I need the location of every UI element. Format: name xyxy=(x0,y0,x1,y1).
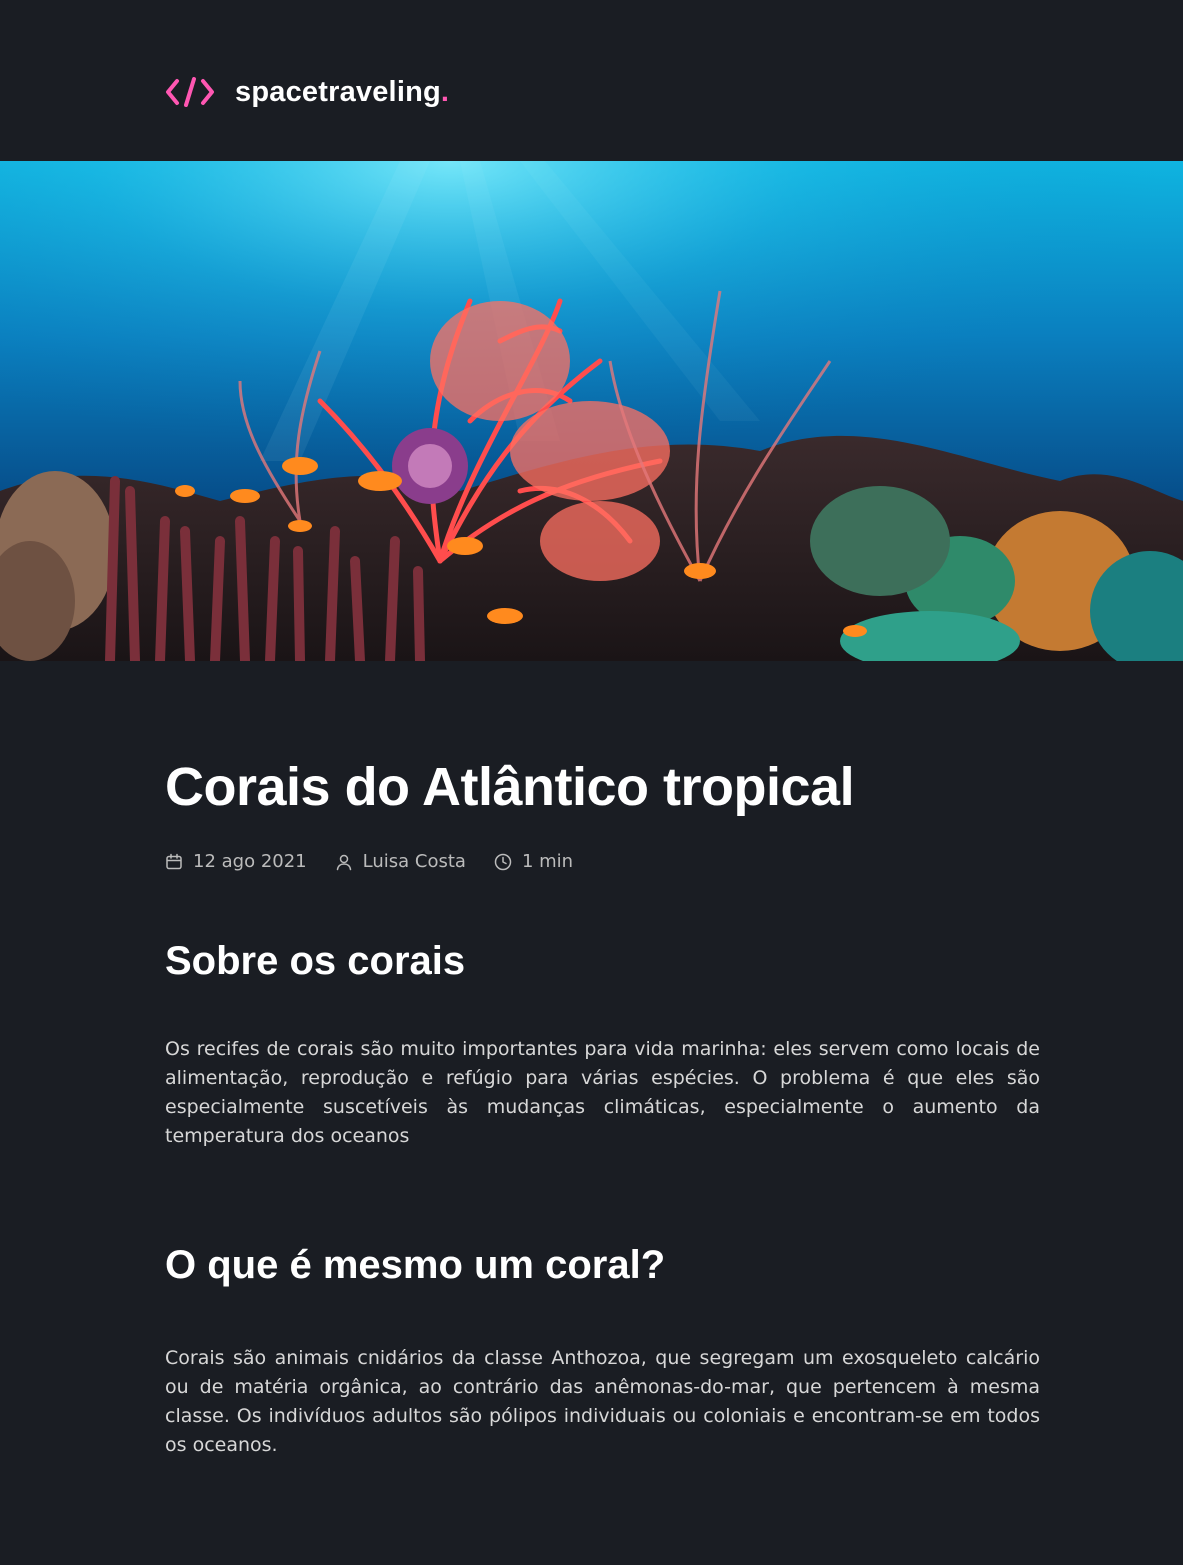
section-heading: O que é mesmo um coral? xyxy=(165,1243,666,1287)
section-heading: Sobre os corais xyxy=(165,939,466,983)
post-meta: 12 ago 2021 Luisa Costa 1 min xyxy=(165,851,1040,872)
post-date-text: 12 ago 2021 xyxy=(193,851,307,872)
code-brackets-icon xyxy=(165,77,215,107)
section-body: Corais são animais cnidários da classe A… xyxy=(165,1347,1040,1456)
brand-name-text: spacetraveling xyxy=(235,75,441,108)
section-body: Os recifes de corais são muito important… xyxy=(165,1038,1040,1147)
post-author-text: Luisa Costa xyxy=(362,851,466,872)
site-header: spacetraveling. xyxy=(165,70,449,114)
post-banner-image xyxy=(0,161,1183,661)
post-article: Corais do Atlântico tropical 12 ago 2021… xyxy=(165,755,1040,1460)
post-reading-time-text: 1 min xyxy=(521,851,574,872)
brand-name: spacetraveling. xyxy=(235,76,449,109)
post-author: Luisa Costa xyxy=(335,851,466,872)
brand-dot: . xyxy=(440,75,450,108)
home-logo-link[interactable]: spacetraveling. xyxy=(165,76,449,109)
post-reading-time: 1 min xyxy=(494,851,573,872)
post-section-1: Sobre os corais Os recifes de corais são… xyxy=(165,937,1040,1151)
calendar-icon xyxy=(165,853,183,871)
user-icon xyxy=(335,853,353,871)
post-title: Corais do Atlântico tropical xyxy=(165,757,855,817)
clock-icon xyxy=(494,853,512,871)
post-date: 12 ago 2021 xyxy=(165,851,307,872)
post-section-2: O que é mesmo um coral? Corais são anima… xyxy=(165,1241,1040,1460)
